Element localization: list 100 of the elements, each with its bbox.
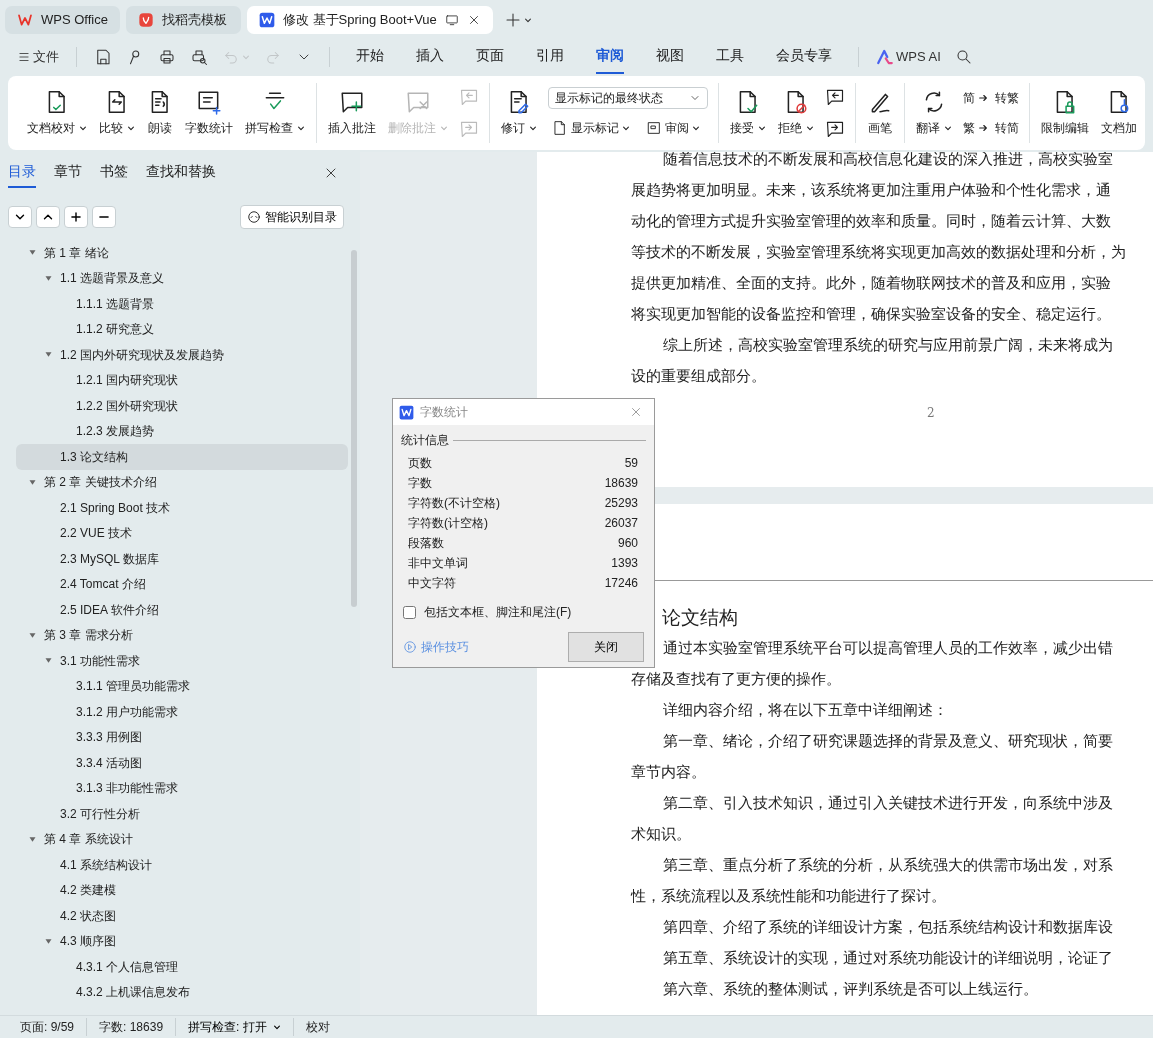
comment-arrow-right-icon: [825, 119, 845, 139]
display-mode-dropdown[interactable]: 显示标记的最终状态: [548, 87, 708, 109]
spell-check-status[interactable]: 拼写检查: 打开: [176, 1018, 294, 1036]
text-line: 详细内容介绍，将在以下五章中详细阐述：: [663, 700, 948, 721]
ribbon-button[interactable]: 比较: [94, 87, 140, 139]
stat-label: 非中文单词: [408, 555, 468, 572]
logo-icon: [138, 12, 154, 28]
outline-item[interactable]: 4.2 类建模: [16, 877, 348, 903]
checkbox[interactable]: [403, 605, 416, 619]
group-label: 统计信息: [401, 432, 449, 449]
menu-tab[interactable]: 引用: [536, 39, 564, 75]
comment-arrow-left-icon: [825, 87, 845, 107]
outline-item[interactable]: 4.1 系统结构设计: [16, 852, 348, 878]
close-button[interactable]: 关闭: [568, 632, 644, 662]
ribbon-button[interactable]: 繁 转简: [959, 117, 1023, 139]
add-button[interactable]: [64, 206, 88, 228]
outline-item[interactable]: 第 1 章 绪论: [16, 240, 348, 266]
outline-item[interactable]: 1.2.2 国外研究现状: [16, 393, 348, 419]
stat-value: 25293: [604, 495, 638, 512]
expand-button[interactable]: [36, 206, 60, 228]
ribbon-button[interactable]: 翻译: [911, 87, 957, 139]
outline-item[interactable]: 4.3 顺序图: [16, 928, 348, 954]
outline-item[interactable]: 1.3 论文结构: [16, 444, 348, 470]
ribbon-button[interactable]: 接受: [725, 87, 771, 139]
ribbon-button[interactable]: 显示标记: [548, 117, 634, 139]
file-menu[interactable]: 文件: [12, 44, 64, 70]
stat-value: 17246: [604, 575, 638, 592]
ribbon-button[interactable]: 拼写检查: [240, 87, 310, 139]
ai-button[interactable]: WPS AI: [871, 44, 946, 70]
outline-item[interactable]: 2.5 IDEA 软件介绍: [16, 597, 348, 623]
outline-item[interactable]: 1.1.2 研究意义: [16, 316, 348, 342]
outline-item[interactable]: 4.3.2 上机课信息发布: [16, 979, 348, 1005]
text-line: 性，系统流程以及系统性能和功能进行了探讨。: [631, 886, 946, 907]
comment-arrow-left-icon: [459, 87, 479, 107]
stat-label: 段落数: [408, 535, 444, 552]
ribbon-button[interactable]: 拒绝: [773, 87, 819, 139]
menu-tab[interactable]: 会员专享: [776, 39, 832, 75]
ribbon-button[interactable]: 字数统计: [180, 87, 238, 139]
ribbon-button[interactable]: 插入批注: [323, 87, 381, 139]
stat-label: 中文字符: [408, 575, 456, 592]
outline-item[interactable]: 第 4 章 系统设计: [16, 826, 348, 852]
outline-item[interactable]: 3.1.3 非功能性需求: [16, 775, 348, 801]
outline-item[interactable]: 1.2.1 国内研究现状: [16, 367, 348, 393]
outline-item[interactable]: 3.2 可行性分析: [16, 801, 348, 827]
text-line: 第四章、介绍了系统的详细设计方案，包括系统结构设计和数据库设: [663, 917, 1113, 938]
menu-tab[interactable]: 审阅: [596, 39, 624, 75]
scrollbar[interactable]: [351, 250, 357, 607]
outline-item[interactable]: 3.1 功能性需求: [16, 648, 348, 674]
app-tab[interactable]: 找稻壳模板: [126, 6, 241, 34]
ribbon-button[interactable]: 文档校对: [22, 87, 92, 139]
ribbon-button[interactable]: 文档加: [1096, 87, 1142, 139]
status-text: 页面: 9/59: [8, 1018, 88, 1036]
document-tab[interactable]: 修改 基于Spring Boot+Vue: [247, 6, 493, 34]
outline-item[interactable]: 1.2.3 发展趋势: [16, 418, 348, 444]
text-line: 动化的管理方式提升实验室管理的效率和质量。同时，随着云计算、大数: [631, 211, 1111, 232]
menu-tab[interactable]: 页面: [476, 39, 504, 75]
ribbon-button[interactable]: 限制编辑: [1036, 87, 1094, 139]
text-line: 第三章、重点分析了系统的分析，从系统强大的供需市场出发，对系: [663, 855, 1113, 876]
app-tab[interactable]: WPS Office: [5, 6, 120, 34]
outline-item[interactable]: 1.1.1 选题背景: [16, 291, 348, 317]
menu-tab[interactable]: 插入: [416, 39, 444, 75]
smart-toc-button[interactable]: 智能识别目录: [240, 205, 344, 229]
text-line: 章节内容。: [631, 762, 706, 783]
document-logo-icon: [259, 12, 275, 28]
outline-item[interactable]: 第 2 章 关键技术介绍: [16, 469, 348, 495]
menu-icon: [17, 50, 31, 64]
outline-item[interactable]: 1.2 国内外研究现状及发展趋势: [16, 342, 348, 368]
outline-item[interactable]: 4.3.1 个人信息管理: [16, 954, 348, 980]
section-heading: 论文结构: [662, 605, 738, 630]
menu-tab[interactable]: 开始: [356, 39, 384, 75]
text-line: 将实现更加智能的设备监控和管理，确保实验室设备的安全、稳定运行。: [631, 304, 1111, 325]
sidebar-tab[interactable]: 章节: [54, 157, 82, 189]
outline-item[interactable]: 3.3.3 用例图: [16, 724, 348, 750]
outline-item[interactable]: 3.1.1 管理员功能需求: [16, 673, 348, 699]
close-icon: [629, 405, 643, 419]
ribbon-button[interactable]: 朗读: [142, 87, 178, 139]
outline-item[interactable]: 4.2 状态图: [16, 903, 348, 929]
sidebar-tab[interactable]: 目录: [8, 157, 36, 189]
outline-item[interactable]: 3.1.2 用户功能需求: [16, 699, 348, 725]
stat-value: 1393: [611, 555, 638, 572]
outline-item[interactable]: 2.1 Spring Boot 技术: [16, 495, 348, 521]
outline-item[interactable]: 2.4 Tomcat 介绍: [16, 571, 348, 597]
sidebar-tab[interactable]: 书签: [100, 157, 128, 189]
remove-button[interactable]: [92, 206, 116, 228]
ribbon-button[interactable]: 审阅: [642, 117, 704, 139]
menu-tab[interactable]: 视图: [656, 39, 684, 75]
outline-item[interactable]: 2.2 VUE 技术: [16, 520, 348, 546]
ribbon-button[interactable]: 简 转繁: [959, 87, 1023, 109]
ribbon-button[interactable]: 修订: [496, 87, 542, 139]
panel-icon: [646, 120, 662, 136]
arrow-right-icon: [978, 92, 988, 104]
text-line: 提供更加精准、全面的支持。此外，随着物联网技术的普及和应用，实验: [631, 273, 1111, 294]
outline-item[interactable]: 第 3 章 需求分析: [16, 622, 348, 648]
outline-item[interactable]: 2.3 MySQL 数据库: [16, 546, 348, 572]
collapse-button[interactable]: [8, 206, 32, 228]
outline-item[interactable]: 3.3.4 活动图: [16, 750, 348, 776]
ribbon-button[interactable]: 画笔: [862, 87, 898, 139]
menu-tab[interactable]: 工具: [716, 39, 744, 75]
outline-item[interactable]: 1.1 选题背景及意义: [16, 265, 348, 291]
sidebar-tab[interactable]: 查找和替换: [146, 157, 216, 189]
